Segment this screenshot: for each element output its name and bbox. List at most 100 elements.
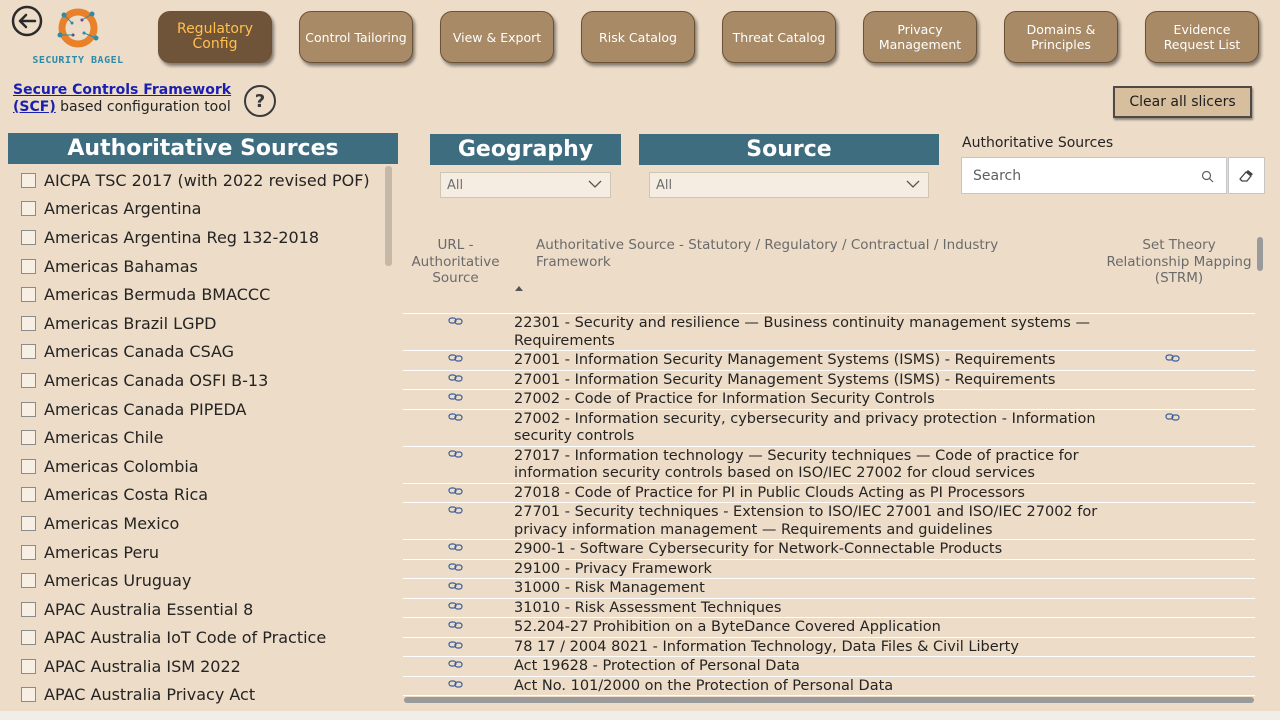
slicer-checkbox[interactable] xyxy=(21,487,36,503)
slicer-checkbox[interactable] xyxy=(21,515,36,531)
slicer-item[interactable]: Americas Bermuda BMACCC xyxy=(8,280,392,309)
link-icon[interactable] xyxy=(448,316,463,326)
authoritative-sources-slicer-list: AICPA TSC 2017 (with 2022 revised POF) Am… xyxy=(8,166,392,711)
link-icon[interactable] xyxy=(448,392,463,402)
link-icon[interactable] xyxy=(448,640,463,650)
clear-all-slicers-button[interactable]: Clear all slicers xyxy=(1113,86,1252,118)
slicer-checkbox[interactable] xyxy=(21,229,36,245)
slicer-item[interactable]: AICPA TSC 2017 (with 2022 revised POF) xyxy=(8,166,392,195)
strm-cell xyxy=(1098,371,1255,390)
slicer-item[interactable]: APAC Australia Essential 8 xyxy=(8,595,392,624)
slicer-item[interactable]: Americas Bahamas xyxy=(8,252,392,281)
slicer-item[interactable]: Americas Canada PIPEDA xyxy=(8,395,392,424)
slicer-item-label: Americas Canada PIPEDA xyxy=(44,399,247,419)
slicer-checkbox[interactable] xyxy=(21,172,36,188)
table-row: 78 17 / 2004 8021 - Information Technolo… xyxy=(403,636,1255,657)
nav-evidence-request-list-button[interactable]: Evidence Request List xyxy=(1145,11,1259,63)
link-icon[interactable] xyxy=(448,353,463,363)
table-row: 31010 - Risk Assessment Techniques xyxy=(403,597,1255,618)
strm-link-icon[interactable] xyxy=(1165,353,1180,363)
clear-search-button[interactable] xyxy=(1228,157,1265,194)
slicer-checkbox[interactable] xyxy=(21,658,36,674)
slicer-item[interactable]: Americas Argentina Reg 132-2018 xyxy=(8,223,392,252)
nav-threat-catalog-button[interactable]: Threat Catalog xyxy=(722,11,836,63)
nav-regulatory-config-button[interactable]: Regulatory Config xyxy=(158,11,272,63)
strm-cell xyxy=(1098,579,1255,598)
slicer-item[interactable]: APAC Australia Privacy Act xyxy=(8,681,392,710)
slicer-item[interactable]: Americas Canada OSFI B-13 xyxy=(8,366,392,395)
slicer-checkbox[interactable] xyxy=(21,201,36,217)
link-icon[interactable] xyxy=(448,505,463,515)
slicer-checkbox[interactable] xyxy=(21,401,36,417)
slicer-checkbox[interactable] xyxy=(21,258,36,274)
slicer-checkbox[interactable] xyxy=(21,630,36,646)
slicer-item[interactable]: APAC Australia ISM 2022 xyxy=(8,652,392,681)
nav-privacy-management-button[interactable]: Privacy Management xyxy=(863,11,977,63)
slicer-item[interactable]: Americas Costa Rica xyxy=(8,481,392,510)
slicer-checkbox[interactable] xyxy=(21,573,36,589)
nav-risk-catalog-button[interactable]: Risk Catalog xyxy=(581,11,695,63)
link-icon[interactable] xyxy=(448,449,463,459)
slicer-checkbox[interactable] xyxy=(21,544,36,560)
slicer-checkbox[interactable] xyxy=(21,458,36,474)
link-icon[interactable] xyxy=(448,659,463,669)
source-name-cell: 27002 - Code of Practice for Information… xyxy=(514,391,935,407)
slicer-item-label: Americas Bahamas xyxy=(44,256,198,276)
name-column-header[interactable]: Authoritative Source - Statutory / Regul… xyxy=(536,237,1076,270)
strm-column-header[interactable]: Set Theory Relationship Mapping (STRM) xyxy=(1103,237,1255,287)
link-icon[interactable] xyxy=(448,679,463,689)
slicer-scrollbar[interactable] xyxy=(385,166,392,266)
slicer-item-label: Americas Chile xyxy=(44,428,164,448)
source-name-cell: 29100 - Privacy Framework xyxy=(514,560,712,577)
slicer-item[interactable]: Americas Canada CSAG xyxy=(8,338,392,367)
slicer-item[interactable]: Americas Argentina xyxy=(8,195,392,224)
slicer-checkbox[interactable] xyxy=(21,287,36,303)
strm-cell xyxy=(1098,410,1255,446)
slicer-checkbox[interactable] xyxy=(21,372,36,388)
strm-cell xyxy=(1098,447,1255,483)
search-icon xyxy=(1201,170,1214,183)
link-icon[interactable] xyxy=(448,562,463,572)
slicer-item[interactable]: Americas Peru xyxy=(8,538,392,567)
slicer-checkbox[interactable] xyxy=(21,687,36,703)
link-icon[interactable] xyxy=(448,486,463,496)
strm-cell xyxy=(1098,390,1255,409)
slicer-item[interactable]: Americas Mexico xyxy=(8,509,392,538)
slicer-item[interactable]: Americas Brazil LGPD xyxy=(8,309,392,338)
url-link-cell xyxy=(403,410,508,446)
slicer-checkbox[interactable] xyxy=(21,601,36,617)
help-icon[interactable]: ? xyxy=(244,85,276,117)
link-icon[interactable] xyxy=(448,620,463,630)
source-dropdown[interactable]: All xyxy=(649,172,929,198)
slicer-checkbox[interactable] xyxy=(21,430,36,446)
nav-domains-principles-button[interactable]: Domains & Principles xyxy=(1004,11,1118,63)
nav-control-tailoring-button[interactable]: Control Tailoring xyxy=(299,11,413,63)
table-row: 27001 - Information Security Management … xyxy=(403,369,1255,390)
source-slicer-title: Source xyxy=(639,134,939,165)
slicer-checkbox[interactable] xyxy=(21,344,36,360)
link-icon[interactable] xyxy=(448,373,463,383)
strm-cell xyxy=(1098,351,1255,370)
nav-view-export-button[interactable]: View & Export xyxy=(440,11,554,63)
link-icon[interactable] xyxy=(448,542,463,552)
table-row: 27018 - Code of Practice for PI in Publi… xyxy=(403,482,1255,503)
url-link-cell xyxy=(403,351,508,370)
slicer-item[interactable]: APAC Australia IoT Code of Practice xyxy=(8,624,392,653)
table-vertical-scrollbar[interactable] xyxy=(1257,237,1263,271)
table-horizontal-scrollbar[interactable] xyxy=(404,697,1254,703)
slicer-item-label: AICPA TSC 2017 (with 2022 revised POF) xyxy=(44,170,370,190)
link-icon[interactable] xyxy=(448,601,463,611)
slicer-item[interactable]: Americas Uruguay xyxy=(8,566,392,595)
slicer-item[interactable]: Americas Chile xyxy=(8,423,392,452)
url-column-header[interactable]: URL - Authoritative Source xyxy=(408,237,503,287)
authoritative-sources-search-input[interactable]: Search xyxy=(961,157,1227,194)
slicer-item[interactable]: Americas Colombia xyxy=(8,452,392,481)
table-body: 22301 - Security and resilience — Busine… xyxy=(403,313,1255,703)
strm-link-icon[interactable] xyxy=(1165,412,1180,422)
link-icon[interactable] xyxy=(448,412,463,422)
slicer-item-label: Americas Uruguay xyxy=(44,571,192,591)
link-icon[interactable] xyxy=(448,581,463,591)
geography-dropdown[interactable]: All xyxy=(440,172,611,198)
slicer-checkbox[interactable] xyxy=(21,315,36,331)
slicer-item-label: APAC Australia Privacy Act xyxy=(44,685,256,705)
